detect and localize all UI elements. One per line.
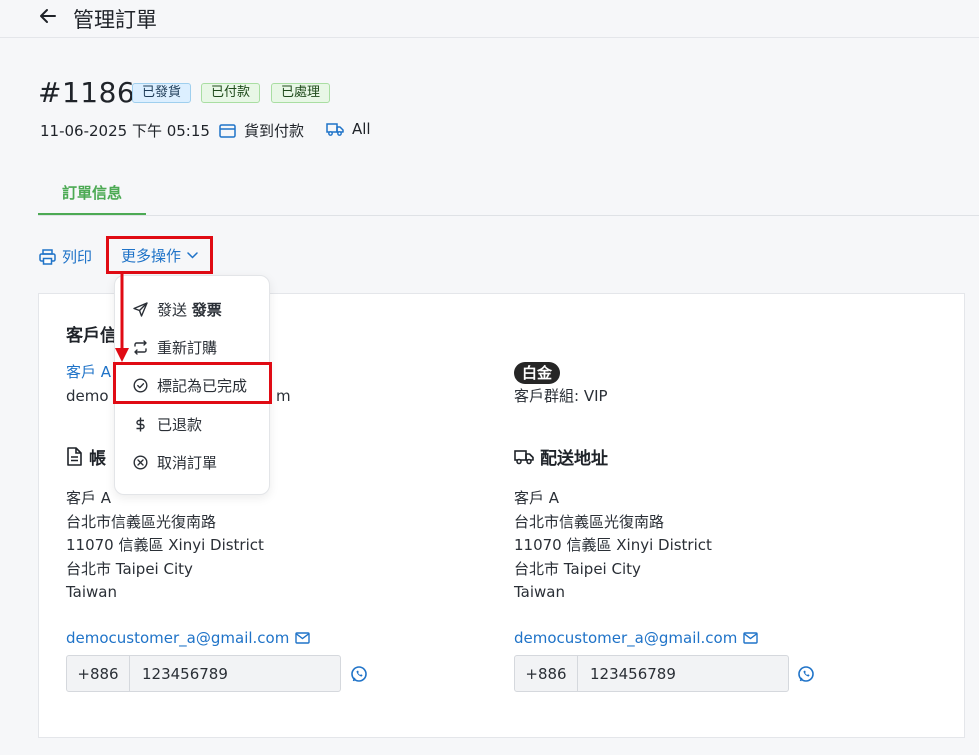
shipping-line: 台北市 Taipei City xyxy=(514,559,641,578)
order-number: #1186 xyxy=(38,76,136,109)
print-button[interactable]: 列印 xyxy=(39,246,92,267)
print-label: 列印 xyxy=(62,248,93,266)
shipping-line: 台北市信義區光復南路 xyxy=(514,512,665,531)
order-datetime: 11-06-2025 下午 05:15 xyxy=(40,122,210,140)
menu-item-cancel-order[interactable]: 取消訂單 xyxy=(115,447,271,477)
payment-method: 貨到付款 xyxy=(219,120,304,141)
menu-item-send-invoice[interactable]: 發送 發票 xyxy=(115,294,271,324)
menu-item-reorder[interactable]: 重新訂購 xyxy=(115,332,271,362)
shipping-phone-field[interactable]: +886 123456789 xyxy=(514,655,789,692)
shipping-method-label: All xyxy=(352,120,371,138)
check-circle-icon xyxy=(133,377,148,393)
more-actions-button[interactable]: 更多操作 xyxy=(106,236,213,274)
customer-email-partial-left: demo xyxy=(66,387,109,405)
status-badge-processed: 已處理 xyxy=(271,83,331,103)
payment-method-label: 貨到付款 xyxy=(244,122,305,140)
truck-icon xyxy=(326,123,344,136)
shipping-phone-country-code: +886 xyxy=(515,656,578,691)
tab-divider xyxy=(38,215,979,216)
chevron-down-icon xyxy=(187,251,198,259)
customer-section-title: 客戶信 xyxy=(66,326,117,346)
billing-email-link[interactable]: democustomer_a@gmail.com xyxy=(66,629,311,647)
send-icon xyxy=(133,301,148,317)
top-bar: 管理訂單 xyxy=(0,0,979,38)
billing-section-title: 帳 xyxy=(66,444,106,469)
whatsapp-icon[interactable] xyxy=(350,665,368,683)
billing-phone-number: 123456789 xyxy=(142,664,228,683)
status-badge-paid: 已付款 xyxy=(201,83,261,103)
billing-line: Taiwan xyxy=(66,583,118,601)
truck-icon xyxy=(514,449,534,464)
printer-icon xyxy=(39,248,56,265)
back-arrow-icon[interactable] xyxy=(38,6,58,26)
billing-line: 11070 信義區 Xinyi District xyxy=(66,536,264,554)
billing-line: 台北市 Taipei City xyxy=(66,559,193,578)
billing-line: 台北市信義區光復南路 xyxy=(66,512,217,531)
tab-order-info[interactable]: 訂單信息 xyxy=(38,172,146,216)
customer-tier-badge: 白金 xyxy=(514,362,561,384)
more-actions-label: 更多操作 xyxy=(120,246,181,265)
whatsapp-icon[interactable] xyxy=(797,665,815,683)
billing-address: 客戶 A 台北市信義區光復南路 11070 信義區 Xinyi District… xyxy=(66,487,264,605)
page-title: 管理訂單 xyxy=(73,8,157,32)
shipping-method: All xyxy=(326,120,371,138)
menu-item-mark-complete[interactable]: 標記為已完成 xyxy=(115,370,271,400)
document-icon xyxy=(67,447,82,466)
mail-icon xyxy=(743,632,759,644)
shipping-line: 11070 信義區 Xinyi District xyxy=(514,536,712,554)
credit-card-icon xyxy=(219,123,236,138)
dollar-icon xyxy=(136,417,145,431)
shipping-line: Taiwan xyxy=(514,583,566,601)
menu-item-refunded[interactable]: 已退款 xyxy=(115,409,271,439)
shipping-address: 客戶 A 台北市信義區光復南路 11070 信義區 Xinyi District… xyxy=(514,487,712,605)
status-badge-shipped: 已發貨 xyxy=(132,83,192,103)
shipping-line: 客戶 A xyxy=(514,489,560,507)
customer-email-partial-right: m xyxy=(276,387,291,405)
cancel-circle-icon xyxy=(133,454,148,470)
customer-name-link[interactable]: 客戶 A xyxy=(66,361,111,385)
more-actions-menu: 發送 發票 重新訂購 標記為已完成 已退款 取消訂單 xyxy=(114,275,270,495)
billing-phone-field[interactable]: +886 123456789 xyxy=(66,655,341,692)
billing-phone-country-code: +886 xyxy=(67,656,130,691)
repeat-icon xyxy=(134,339,147,355)
customer-group: 客戶群組: VIP xyxy=(514,387,608,405)
shipping-phone-number: 123456789 xyxy=(590,664,676,683)
mail-icon xyxy=(295,632,311,644)
shipping-email-link[interactable]: democustomer_a@gmail.com xyxy=(514,629,759,647)
shipping-section-title: 配送地址 xyxy=(514,444,608,469)
